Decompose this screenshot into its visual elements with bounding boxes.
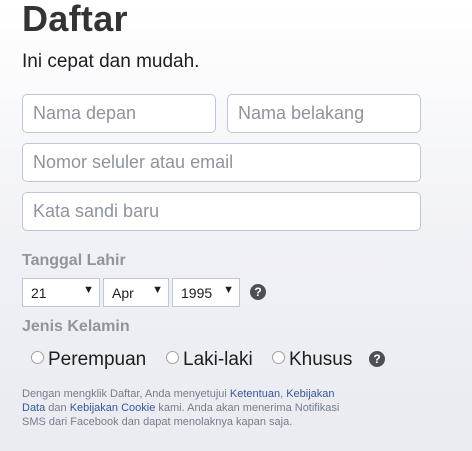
- dropdown-arrow-icon: ▼: [83, 284, 94, 296]
- birthday-year-select[interactable]: 1995 ▼: [172, 278, 240, 307]
- birthday-help-icon[interactable]: ?: [250, 284, 266, 300]
- gender-label: Jenis Kelamin: [22, 318, 130, 335]
- terms-text: Dengan mengklik Daftar, Anda menyetujui: [22, 388, 230, 400]
- birthday-day-value: 21: [31, 285, 47, 301]
- birthday-day-select[interactable]: 21 ▼: [22, 278, 100, 307]
- gender-option-label: Laki-laki: [183, 349, 253, 370]
- gender-option-label: Perempuan: [48, 349, 147, 370]
- dropdown-arrow-icon: ▼: [152, 284, 163, 296]
- radio-button[interactable]: [31, 351, 44, 364]
- gender-option-label: Khusus: [289, 349, 353, 370]
- terms-link[interactable]: Ketentuan: [230, 388, 280, 400]
- last-name-input[interactable]: [227, 94, 421, 133]
- birthday-year-value: 1995: [181, 285, 213, 301]
- new-password-input[interactable]: [22, 192, 421, 231]
- dropdown-arrow-icon: ▼: [223, 284, 234, 296]
- gender-option-female[interactable]: Perempuan: [31, 348, 151, 372]
- gender-option-male[interactable]: Laki-laki: [166, 348, 266, 372]
- gender-option-custom[interactable]: Khusus: [272, 348, 362, 372]
- terms-text: dan: [45, 402, 70, 414]
- phone-or-email-input[interactable]: [22, 143, 421, 182]
- page-title: Daftar: [22, 0, 128, 39]
- cookie-policy-link[interactable]: Kebijakan Cookie: [70, 402, 156, 414]
- first-name-input[interactable]: [22, 94, 216, 133]
- gender-help-icon[interactable]: ?: [369, 351, 385, 367]
- birthday-label: Tanggal Lahir: [22, 252, 126, 269]
- page-subtitle: Ini cepat dan mudah.: [22, 51, 200, 72]
- terms-notice: Dengan mengklik Daftar, Anda menyetujui …: [22, 387, 342, 429]
- radio-button[interactable]: [166, 351, 179, 364]
- birthday-month-select[interactable]: Apr ▼: [103, 278, 169, 307]
- birthday-month-value: Apr: [112, 285, 134, 301]
- radio-button[interactable]: [272, 351, 285, 364]
